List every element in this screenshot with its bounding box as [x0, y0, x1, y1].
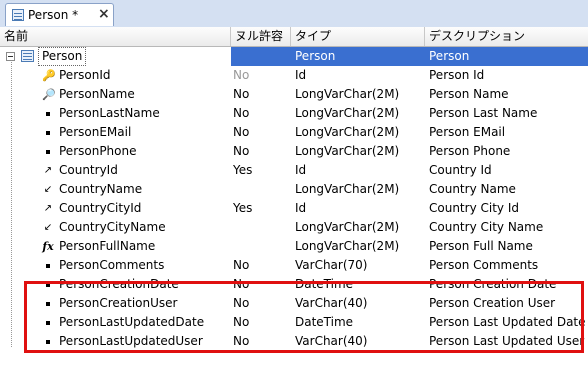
- bullet-icon: [42, 104, 54, 123]
- description-value: Country City Id: [429, 201, 519, 215]
- editor-tab-bar: Person * ×: [0, 0, 588, 28]
- formula-icon: fx: [42, 240, 54, 253]
- column-nullable[interactable]: ヌル許容: [231, 27, 291, 46]
- nullable-value: [233, 180, 288, 199]
- bullet-icon: [42, 256, 54, 275]
- attribute-name: CountryCityId: [59, 201, 142, 215]
- description-value: Person EMail: [429, 125, 506, 139]
- collapse-icon[interactable]: [6, 52, 15, 61]
- attribute-name: PersonLastName: [59, 106, 160, 120]
- type-value: VarChar(70): [295, 258, 368, 272]
- table-row[interactable]: ↙ CountryCityName LongVarChar(2M) Country C…: [0, 218, 588, 237]
- attribute-name: PersonId: [59, 68, 111, 82]
- tree-root-row[interactable]: Person Person Person: [0, 47, 588, 66]
- type-value: Id: [295, 68, 307, 82]
- nullable-value: Yes: [233, 163, 253, 177]
- description-value: Country City Name: [429, 220, 544, 234]
- table-row[interactable]: 🔎 PersonName No LongVarChar(2M) Person Name: [0, 85, 588, 104]
- type-value: LongVarChar(2M): [295, 182, 400, 196]
- type-value: LongVarChar(2M): [295, 239, 400, 253]
- nullable-value: [233, 237, 288, 256]
- type-value: LongVarChar(2M): [295, 144, 400, 158]
- table-row[interactable]: fx PersonFullName LongVarChar(2M) Person Fu…: [0, 237, 588, 256]
- column-name[interactable]: 名前: [0, 27, 231, 46]
- table-row[interactable]: PersonPhone No LongVarChar(2M) Person Phone: [0, 142, 588, 161]
- type-value: LongVarChar(2M): [295, 125, 400, 139]
- column-type[interactable]: タイプ: [291, 27, 425, 46]
- root-description: Person: [429, 49, 470, 63]
- nullable-value: No: [233, 258, 250, 272]
- description-value: Country Id: [429, 163, 492, 177]
- description-value: Person Name: [429, 87, 509, 101]
- type-value: LongVarChar(2M): [295, 87, 400, 101]
- attribute-name: PersonPhone: [59, 144, 137, 158]
- description-value: Person Id: [429, 68, 485, 82]
- root-type: Person: [295, 49, 336, 63]
- attribute-name: CountryName: [59, 182, 143, 196]
- table-icon: [12, 9, 24, 21]
- inferred-icon: ↙: [43, 222, 53, 233]
- nullable-value: [233, 218, 288, 237]
- table-row[interactable]: ↗ CountryId Yes Id Country Id: [0, 161, 588, 180]
- nullable-value: No: [233, 106, 250, 120]
- table-row[interactable]: ↗ CountryCityId Yes Id Country City Id: [0, 199, 588, 218]
- close-icon[interactable]: ×: [98, 6, 110, 22]
- column-header: 名前 ヌル許容 タイプ デスクリプション: [0, 27, 588, 47]
- inferred-icon: ↙: [43, 184, 53, 195]
- attribute-name: PersonName: [59, 87, 135, 101]
- nullable-value: Yes: [233, 201, 253, 215]
- description-value: Person Comments: [429, 258, 539, 272]
- column-description[interactable]: デスクリプション: [425, 27, 588, 46]
- description-value: Person Last Name: [429, 106, 538, 120]
- attribute-name: PersonFullName: [59, 239, 156, 253]
- tab-person[interactable]: Person * ×: [5, 3, 114, 26]
- transaction-icon: [21, 50, 34, 62]
- nullable-value: No: [233, 144, 250, 158]
- table-row[interactable]: ↙ CountryName LongVarChar(2M) Country Name: [0, 180, 588, 199]
- foreign-key-icon: ↗: [43, 165, 53, 176]
- description-value: Country Name: [429, 182, 516, 196]
- type-value: LongVarChar(2M): [295, 106, 400, 120]
- attribute-name: PersonEMail: [59, 125, 132, 139]
- table-row[interactable]: PersonEMail No LongVarChar(2M) Person EMail: [0, 123, 588, 142]
- table-row[interactable]: 🔑 PersonId No Id Person Id: [0, 66, 588, 85]
- root-name: Person: [38, 47, 87, 66]
- attribute-name: PersonComments: [59, 258, 165, 272]
- nullable-value: No: [233, 125, 250, 139]
- type-value: Id: [295, 163, 307, 177]
- table-row[interactable]: PersonLastName No LongVarChar(2M) Person La…: [0, 104, 588, 123]
- magnifier-icon: 🔎: [42, 88, 56, 101]
- type-value: LongVarChar(2M): [295, 220, 400, 234]
- bullet-icon: [42, 142, 54, 161]
- tab-label: Person *: [28, 8, 79, 22]
- bullet-icon: [42, 123, 54, 142]
- highlight-box: [24, 281, 584, 353]
- table-row[interactable]: PersonComments No VarChar(70) Person Commen…: [0, 256, 588, 275]
- foreign-key-icon: ↗: [43, 203, 53, 214]
- type-value: Id: [295, 201, 307, 215]
- nullable-value: No: [233, 87, 250, 101]
- attribute-name: CountryCityName: [59, 220, 166, 234]
- attribute-name: CountryId: [59, 163, 118, 177]
- description-value: Person Full Name: [429, 239, 533, 253]
- description-value: Person Phone: [429, 144, 511, 158]
- key-icon: 🔑: [42, 69, 56, 82]
- nullable-value: No: [233, 68, 250, 82]
